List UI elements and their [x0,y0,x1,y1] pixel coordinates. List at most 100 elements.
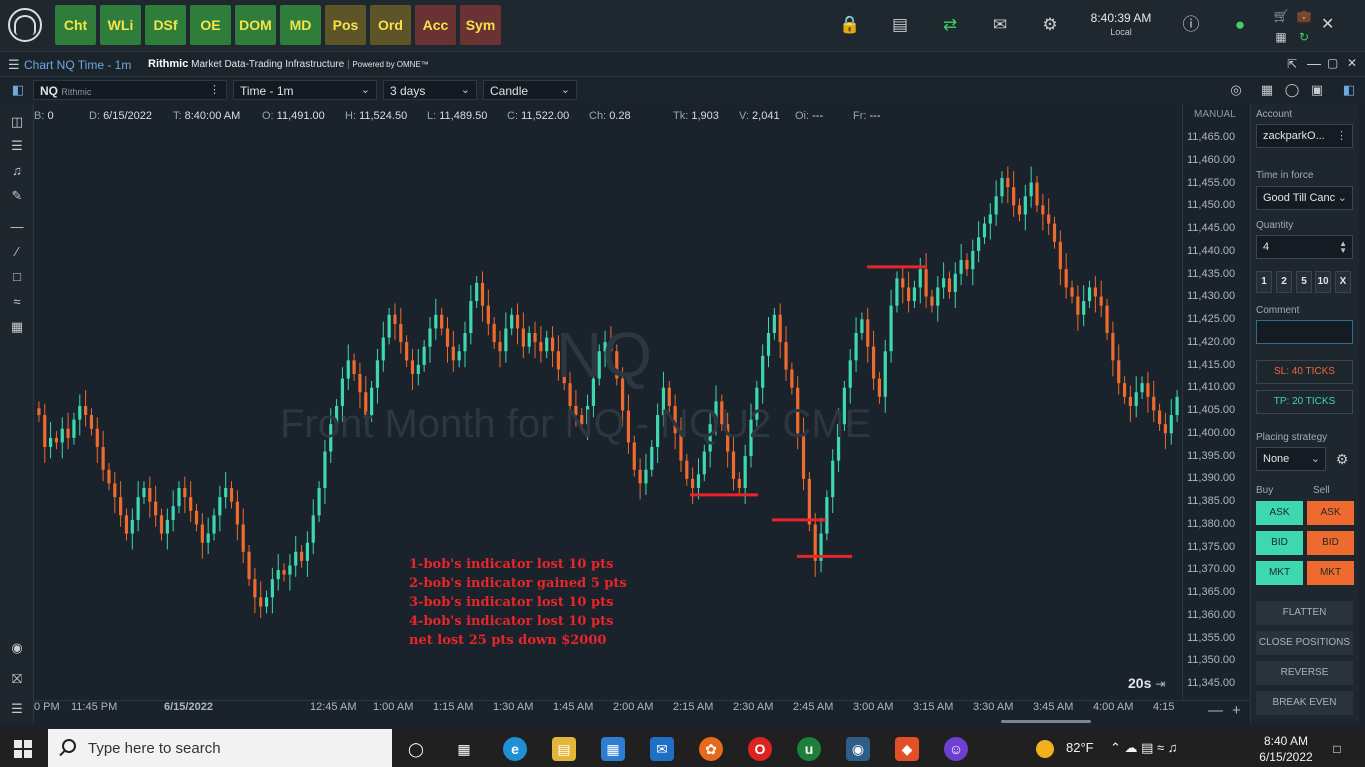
windows-start-icon[interactable] [14,740,32,758]
buy-bid-button[interactable]: BID [1256,531,1303,555]
mail-icon[interactable]: ✉ [650,737,674,761]
mouse-icon[interactable]: ◯ [1283,81,1301,99]
chart-type-icon[interactable]: ◫ [8,113,26,131]
fibonacci-icon[interactable]: ≈ [8,293,26,311]
trend-line-icon[interactable]: ∕ [8,243,26,261]
sell-ask-button[interactable]: ASK [1307,501,1354,525]
account-field[interactable]: zackparkO... ⋮ [1256,124,1353,148]
module-button-acc[interactable]: Acc [415,5,456,45]
qty-2-button[interactable]: 2 [1276,271,1292,293]
symbol-selector[interactable]: NQ Rithmic ⋮ [33,80,227,100]
user-status-icon[interactable]: ● [1229,14,1251,36]
chat-icon[interactable]: ✉ [989,14,1011,36]
strategy-gear-icon[interactable]: ⚙ [1331,448,1353,470]
calculator-icon[interactable]: ▦ [1258,81,1276,99]
take-profit-button[interactable]: TP: 20 TICKS [1256,390,1353,414]
lock-icon[interactable]: 🔒 [839,14,861,36]
tif-dropdown[interactable]: Good Till Canc ⌄ [1256,186,1353,210]
module-button-dsf[interactable]: DSf [145,5,186,45]
zoom-out-icon[interactable]: — [1208,702,1223,719]
layers-icon[interactable]: ☰ [8,137,26,155]
strategy-dropdown[interactable]: None ⌄ [1256,447,1326,471]
taskbar-clock[interactable]: 8:40 AM 6/15/2022 [1255,733,1317,765]
range-dropdown[interactable]: 3 days ⌄ [383,80,477,100]
panel-toggle-icon[interactable]: ◧ [9,81,27,99]
kebab-icon[interactable]: ⋮ [209,83,220,96]
buy-ask-button[interactable]: ASK [1256,501,1303,525]
eye-icon[interactable]: ◉ [8,639,26,657]
cart-icon[interactable]: 🛒 [1270,5,1292,27]
pencil-icon[interactable]: ✎ [8,187,26,205]
quantity-stepper[interactable]: 4 ▲ ▼ [1256,235,1353,259]
maximize-icon[interactable]: ▢ [1327,56,1338,70]
time-scrollbar[interactable] [1001,720,1091,723]
kebab-icon[interactable]: ⋮ [1336,129,1347,142]
minimize-icon[interactable]: — [1307,55,1321,71]
briefcase-icon[interactable]: 💼 [1293,5,1315,27]
refresh-icon[interactable]: ↻ [1293,26,1315,48]
menu-icon[interactable]: ☰ [8,57,20,73]
notifications-icon[interactable]: □ [1325,737,1349,761]
flatten-button[interactable]: FLATTEN [1256,601,1353,625]
screenshot-icon[interactable]: ▣ [1308,81,1326,99]
module-button-pos[interactable]: Pos [325,5,366,45]
window-close-icon[interactable]: ✕ [1347,56,1357,70]
brave-icon[interactable]: ◆ [895,737,919,761]
app-logo-icon[interactable] [8,8,42,42]
taskbar-search-input[interactable]: Type here to search [48,729,392,767]
module-button-wli[interactable]: WLi [100,5,141,45]
comment-input[interactable] [1256,320,1353,344]
timeframe-dropdown[interactable]: Time - 1m ⌄ [233,80,377,100]
scroll-end-icon[interactable]: ⇥ [1155,677,1165,691]
chart-style-dropdown[interactable]: Candle ⌄ [483,80,577,100]
module-button-sym[interactable]: Sym [460,5,501,45]
reverse-button[interactable]: REVERSE [1256,661,1353,685]
qty-clear-button[interactable]: X [1335,271,1351,293]
module-button-ord[interactable]: Ord [370,5,411,45]
module-button-dom[interactable]: DOM [235,5,276,45]
trash-icon[interactable]: ⛝ [8,670,26,688]
popout-icon[interactable]: ⇱ [1287,57,1297,71]
rectangle-icon[interactable]: □ [8,268,26,286]
qty-1-button[interactable]: 1 [1256,271,1272,293]
order-panel-toggle-icon[interactable]: ◧ [1340,81,1358,99]
layout-icon[interactable]: ▤ [889,14,911,36]
device-icon[interactable]: ▦ [1270,26,1292,48]
qty-5-button[interactable]: 5 [1296,271,1312,293]
module-button-md[interactable]: MD [280,5,321,45]
tray-icons[interactable]: ⌃ ☁ ▤ ≈ ♫ [1110,740,1178,756]
text-tool-icon[interactable]: ▦ [8,318,26,336]
cortana-icon[interactable]: ◯ [404,737,428,761]
sell-market-button[interactable]: MKT [1307,561,1354,585]
store-icon[interactable]: ▦ [601,737,625,761]
alert-bell-icon[interactable]: ♫ [8,162,26,180]
rtrader-icon[interactable]: ◉ [846,737,870,761]
firefox-icon[interactable]: ✿ [699,737,723,761]
close-icon[interactable]: ✕ [1321,14,1334,34]
axis-mode[interactable]: MANUAL [1194,109,1236,120]
link-arrows-icon[interactable]: ⇄ [939,14,961,36]
sell-bid-button[interactable]: BID [1307,531,1354,555]
file-explorer-icon[interactable]: ▤ [552,737,576,761]
list-icon[interactable]: ☰ [8,700,26,718]
discord-icon[interactable]: ☺ [944,737,968,761]
indicator-icon[interactable]: ◎ [1227,81,1245,99]
stop-loss-button[interactable]: SL: 40 TICKS [1256,360,1353,384]
utorrent-icon[interactable]: u [797,737,821,761]
module-button-oe[interactable]: OE [190,5,231,45]
break-even-button[interactable]: BREAK EVEN [1256,691,1353,715]
close-positions-button[interactable]: CLOSE POSITIONS [1256,631,1353,655]
stepper-arrows-icon[interactable]: ▲ ▼ [1339,240,1347,255]
task-view-icon[interactable]: ▦ [452,737,476,761]
gear-icon[interactable]: ⚙ [1039,14,1061,36]
module-button-cht[interactable]: Cht [55,5,96,45]
horizontal-line-icon[interactable]: — [8,218,26,236]
edge-icon[interactable]: e [503,737,527,761]
opera-icon[interactable]: O [748,737,772,761]
help-icon[interactable]: ⓘ [1180,14,1202,36]
zoom-in-icon[interactable]: + [1232,702,1241,719]
buy-market-button[interactable]: MKT [1256,561,1303,585]
speed-label[interactable]: 20s ⇥ [1128,675,1165,691]
qty-10-button[interactable]: 10 [1315,271,1331,293]
weather-icon[interactable] [1036,740,1054,758]
